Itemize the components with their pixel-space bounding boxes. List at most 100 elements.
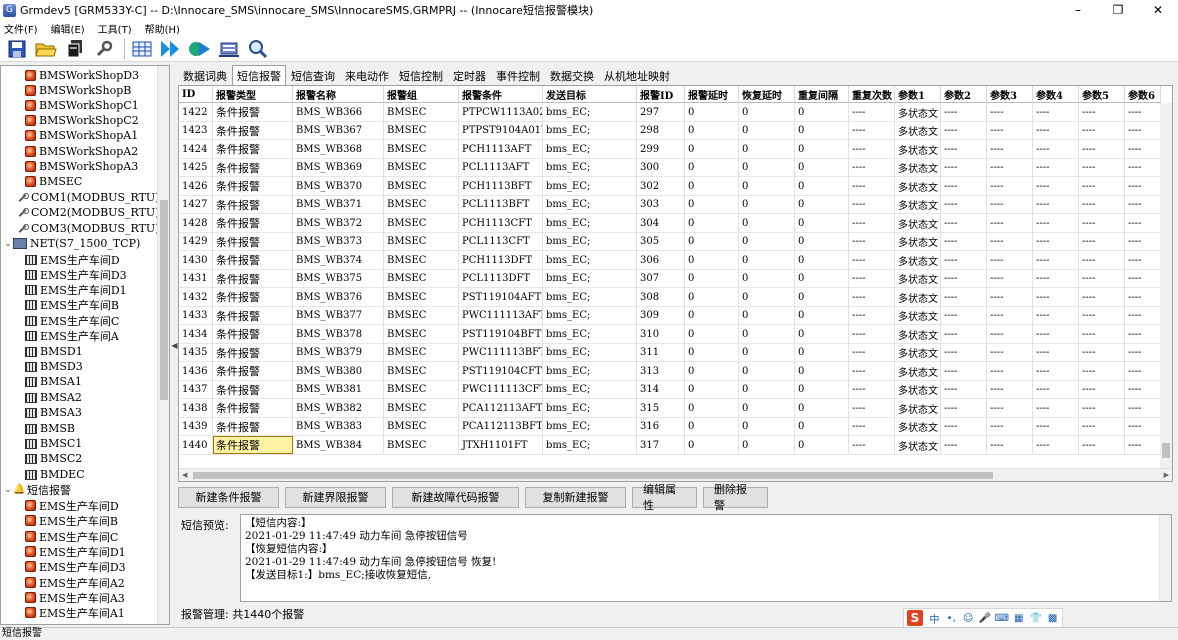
save-icon[interactable] — [4, 38, 30, 60]
device-icon[interactable] — [216, 38, 242, 60]
table-cell[interactable]: 309 — [637, 306, 685, 325]
table-cell[interactable]: 315 — [637, 399, 685, 417]
table-cell[interactable]: ---- — [1125, 343, 1161, 362]
table-cell[interactable]: bms_EC; — [543, 362, 637, 380]
table-cell[interactable]: 多状态文 — [895, 269, 941, 288]
table-cell[interactable]: ---- — [1125, 251, 1161, 269]
table-cell[interactable]: 条件报警 — [213, 158, 293, 177]
table-cell[interactable]: ---- — [849, 362, 895, 380]
scroll-right-icon[interactable]: ▶ — [1164, 471, 1169, 479]
tree-node[interactable]: BMSC2 — [25, 451, 82, 466]
table-cell[interactable]: ---- — [1033, 325, 1079, 343]
table-cell[interactable]: 0 — [795, 269, 849, 288]
table-cell[interactable]: BMS_WB378 — [293, 325, 384, 343]
table-cell[interactable]: 0 — [685, 214, 739, 232]
table-cell[interactable]: 1430 — [179, 251, 213, 269]
table-cell[interactable]: ---- — [987, 214, 1033, 232]
table-cell[interactable]: 多状态文 — [895, 251, 941, 269]
table-cell[interactable]: 0 — [795, 232, 849, 251]
table-cell[interactable]: ---- — [849, 343, 895, 362]
table-cell[interactable]: 0 — [685, 362, 739, 380]
table-cell[interactable]: ---- — [941, 306, 987, 325]
tree-node[interactable]: BMSA3 — [25, 405, 82, 420]
table-cell[interactable]: BMSEC — [384, 251, 459, 269]
table-cell[interactable]: 0 — [685, 325, 739, 343]
tab-3[interactable]: 来电动作 — [340, 67, 394, 85]
table-cell[interactable]: ---- — [1033, 177, 1079, 195]
table-row[interactable]: 1431 条件报警 BMS_WB375 BMSEC PCL1113DFT bms_EC; 3… — [179, 269, 1161, 288]
tree-node[interactable]: EMS生产车间D — [25, 498, 119, 513]
table-cell[interactable]: 0 — [685, 158, 739, 177]
tab-6[interactable]: 事件控制 — [491, 67, 545, 85]
table-cell[interactable]: 0 — [795, 362, 849, 380]
table-cell[interactable]: ---- — [987, 103, 1033, 121]
tree-node[interactable]: EMS生产车间A2 — [25, 575, 125, 590]
table-cell[interactable]: BMS_WB369 — [293, 158, 384, 177]
table-cell[interactable]: BMSEC — [384, 417, 459, 436]
table-cell[interactable]: BMS_WB370 — [293, 177, 384, 195]
table-row[interactable]: 1439 条件报警 BMS_WB383 BMSEC PCA112113BFT bms_EC… — [179, 417, 1161, 436]
table-cell[interactable]: ---- — [1125, 436, 1161, 454]
table-cell[interactable]: 1436 — [179, 362, 213, 380]
table-cell[interactable]: 0 — [739, 269, 795, 288]
table-cell[interactable]: ---- — [1125, 177, 1161, 195]
table-cell[interactable]: 0 — [739, 232, 795, 251]
table-cell[interactable]: 条件报警 — [213, 343, 293, 362]
close-button[interactable]: ✕ — [1138, 0, 1178, 20]
table-cell[interactable]: ---- — [1033, 121, 1079, 140]
table-cell[interactable]: ---- — [849, 325, 895, 343]
tree-node[interactable]: EMS生产车间A3 — [25, 590, 125, 605]
table-cell[interactable]: bms_EC; — [543, 269, 637, 288]
table-cell[interactable]: 1432 — [179, 288, 213, 306]
table-cell[interactable]: ---- — [1079, 399, 1125, 417]
table-cell[interactable]: ---- — [987, 269, 1033, 288]
table-cell[interactable]: ---- — [1033, 380, 1079, 399]
table-cell[interactable]: 多状态文 — [895, 103, 941, 121]
table-cell[interactable]: PCA112113BFT — [459, 417, 543, 436]
table-cell[interactable]: 0 — [685, 251, 739, 269]
table-cell[interactable]: 0 — [739, 103, 795, 121]
table-cell[interactable]: 297 — [637, 103, 685, 121]
table-cell[interactable]: ---- — [941, 399, 987, 417]
table-cell[interactable]: bms_EC; — [543, 251, 637, 269]
table-cell[interactable]: ---- — [1033, 232, 1079, 251]
table-cell[interactable]: ---- — [1125, 325, 1161, 343]
table-cell[interactable]: ---- — [987, 288, 1033, 306]
table-cell[interactable]: PCH1113AFT — [459, 140, 543, 158]
table-cell[interactable]: ---- — [941, 269, 987, 288]
new-condition-alarm-button[interactable]: 新建条件报警 — [178, 486, 279, 508]
tree-node[interactable]: EMS生产车间D1 — [25, 544, 126, 559]
table-cell[interactable]: ---- — [1033, 288, 1079, 306]
table-cell[interactable]: bms_EC; — [543, 343, 637, 362]
table-cell[interactable]: ---- — [849, 195, 895, 214]
table-cell[interactable]: 306 — [637, 251, 685, 269]
table-cell[interactable]: ---- — [987, 121, 1033, 140]
table-cell[interactable]: ---- — [1033, 436, 1079, 454]
table-cell[interactable]: ---- — [849, 306, 895, 325]
table-cell[interactable]: BMSEC — [384, 103, 459, 121]
tree-node[interactable]: BMSWorkShopC2 — [25, 113, 139, 128]
table-horizontal-scrollbar[interactable]: ◀ ▶ — [179, 468, 1172, 481]
table-cell[interactable]: BMS_WB377 — [293, 306, 384, 325]
table-cell[interactable]: PST119104CFT — [459, 362, 543, 380]
table-cell[interactable]: BMS_WB381 — [293, 380, 384, 399]
table-cell[interactable]: bms_EC; — [543, 436, 637, 454]
table-cell[interactable]: ---- — [1079, 103, 1125, 121]
table-cell[interactable]: 条件报警 — [213, 232, 293, 251]
table-cell[interactable]: ---- — [941, 158, 987, 177]
table-cell[interactable]: ---- — [987, 436, 1033, 454]
ime-skin-icon[interactable]: 👕 — [1028, 610, 1043, 626]
table-cell[interactable]: BMSEC — [384, 362, 459, 380]
table-cell[interactable]: BMSEC — [384, 269, 459, 288]
tree-node[interactable]: BMSB — [25, 421, 75, 436]
table-cell[interactable]: BMSEC — [384, 232, 459, 251]
table-cell[interactable]: bms_EC; — [543, 177, 637, 195]
table-cell[interactable]: 0 — [739, 158, 795, 177]
table-cell[interactable]: BMSEC — [384, 140, 459, 158]
table-cell[interactable]: PCA112113AFT — [459, 399, 543, 417]
table-cell[interactable]: 多状态文 — [895, 325, 941, 343]
tab-4[interactable]: 短信控制 — [394, 67, 448, 85]
table-cell[interactable]: 0 — [685, 436, 739, 454]
minimize-button[interactable]: – — [1058, 0, 1098, 20]
table-cell[interactable]: 1434 — [179, 325, 213, 343]
